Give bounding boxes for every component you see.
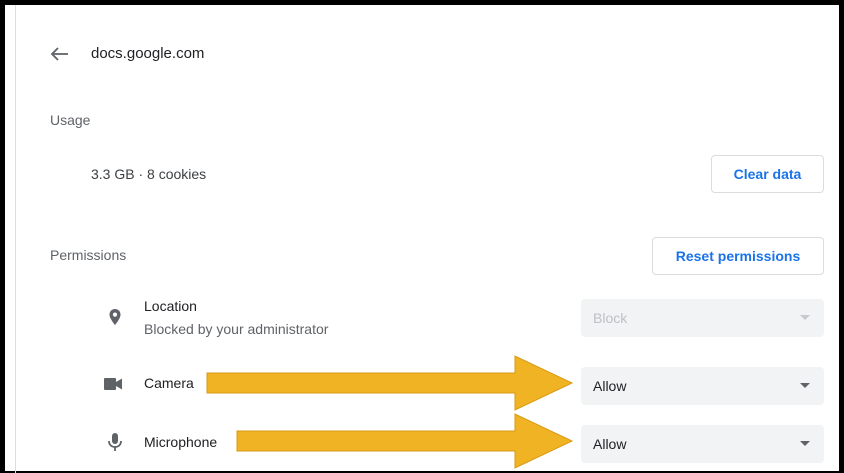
microphone-arrow (236, 413, 574, 469)
annotation-arrows (206, 355, 574, 469)
camera-arrow (206, 355, 574, 411)
